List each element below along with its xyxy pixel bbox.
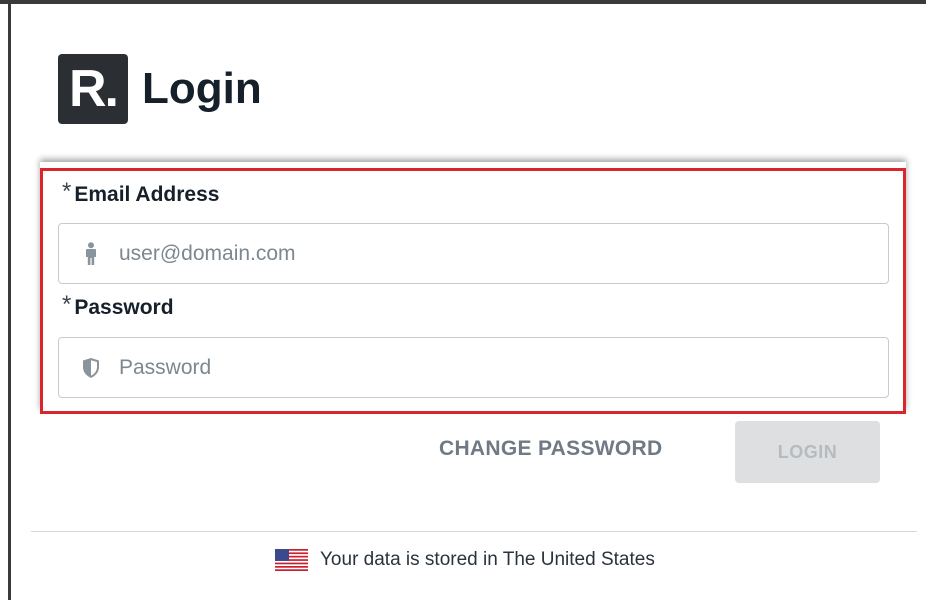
window-frame-top	[0, 0, 926, 4]
email-label: * Email Address	[62, 178, 220, 207]
page-title: Login	[142, 64, 262, 113]
login-button[interactable]: LOGIN	[735, 421, 880, 483]
person-icon	[81, 241, 101, 266]
email-label-text: Email Address	[74, 183, 220, 206]
required-asterisk: *	[62, 291, 72, 318]
header: R. Login	[58, 54, 262, 124]
email-field[interactable]: user@domain.com	[58, 223, 889, 284]
change-password-link[interactable]: CHANGE PASSWORD	[439, 437, 662, 461]
email-placeholder: user@domain.com	[119, 241, 296, 265]
app-logo: R.	[58, 54, 128, 124]
required-asterisk: *	[62, 178, 72, 205]
login-page: R. Login * Email Address user@domain.com…	[0, 0, 926, 600]
shield-icon	[81, 357, 101, 379]
us-flag-icon	[275, 549, 308, 571]
footer: Your data is stored in The United States	[275, 546, 655, 574]
password-label: * Password	[62, 291, 174, 320]
password-field[interactable]: Password	[58, 337, 889, 398]
window-frame-left	[8, 0, 11, 600]
data-location-notice: Your data is stored in The United States	[320, 549, 655, 570]
footer-divider	[31, 531, 917, 532]
password-label-text: Password	[74, 296, 174, 319]
password-placeholder: Password	[119, 355, 212, 379]
